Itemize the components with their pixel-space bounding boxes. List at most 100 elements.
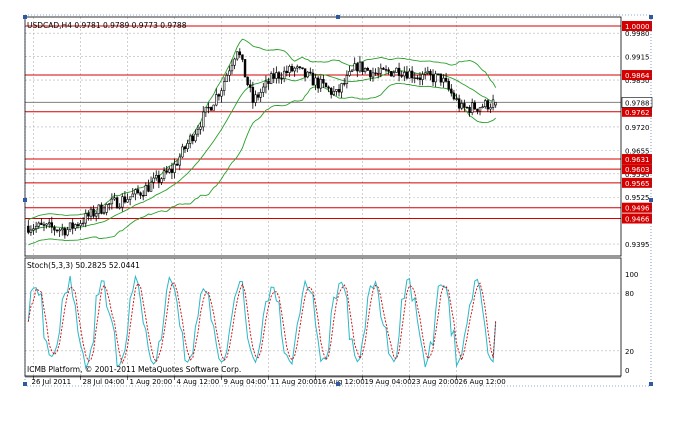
candle-body xyxy=(303,68,307,78)
candle-body xyxy=(408,70,411,79)
candle-body xyxy=(481,106,484,109)
candle-body xyxy=(426,70,430,74)
candle-71 xyxy=(212,104,215,111)
candle-body xyxy=(478,107,482,112)
candle-body xyxy=(296,66,299,69)
candle-body xyxy=(264,80,268,88)
candle-body xyxy=(100,204,103,214)
stoch-tick-label-100: 100 xyxy=(625,271,638,279)
price-tick-label-1: 0.9915 xyxy=(625,54,650,62)
time-tick-label-5: 11 Aug 20:00 xyxy=(271,378,318,386)
candle-body xyxy=(84,213,87,224)
candle-body xyxy=(340,83,343,93)
candle-body xyxy=(403,72,406,77)
candle-body xyxy=(288,66,291,73)
candle-body xyxy=(285,70,289,73)
candle-body xyxy=(42,224,46,226)
candle-body xyxy=(235,51,239,60)
candle-body xyxy=(131,193,134,198)
candle-body xyxy=(309,71,312,74)
candle-body xyxy=(463,103,466,108)
level-label-2: 0.9762 xyxy=(625,109,650,117)
candle-body xyxy=(157,174,161,183)
selection-handle-1[interactable] xyxy=(336,15,340,19)
candle-body xyxy=(79,223,82,227)
candle-body xyxy=(108,203,111,205)
candle-body xyxy=(324,82,328,88)
candle-body xyxy=(405,72,409,79)
candle-body xyxy=(298,66,302,68)
candle-body xyxy=(280,78,283,80)
copyright-text: ICMB Platform, © 2001-2011 MetaQuotes So… xyxy=(27,365,241,374)
price-tick-label-0: 0.9980 xyxy=(625,30,650,38)
candle-body xyxy=(343,83,346,85)
candle-body xyxy=(437,73,440,75)
chart-svg[interactable]: 0.99800.99150.98500.97200.96550.95900.95… xyxy=(0,0,676,418)
candle-body xyxy=(410,70,414,79)
candle-body xyxy=(356,63,359,72)
candle-body xyxy=(228,70,231,76)
candle-body xyxy=(207,106,210,109)
candle-body xyxy=(491,99,495,108)
candle-body xyxy=(366,67,369,71)
candle-body xyxy=(136,189,140,194)
candle-body xyxy=(376,72,380,75)
candle-body xyxy=(173,163,176,173)
candle-body xyxy=(191,135,195,142)
candle-body xyxy=(350,69,354,72)
stoch-tick-label-80: 80 xyxy=(625,290,634,298)
candle-body xyxy=(202,111,205,128)
candle-body xyxy=(413,77,416,79)
candle-body xyxy=(400,75,403,77)
candle-body xyxy=(105,204,108,213)
candle-body xyxy=(484,100,487,108)
candle-34 xyxy=(115,196,119,209)
candle-body xyxy=(379,67,383,74)
candle-body xyxy=(262,86,265,93)
candle-body xyxy=(306,71,309,78)
candle-body xyxy=(175,163,179,166)
candle-body xyxy=(222,81,226,91)
candle-body xyxy=(134,189,137,195)
level-label-7: 0.9466 xyxy=(625,216,650,224)
candle-body xyxy=(319,78,322,89)
mt4-chart-window[interactable]: 0.9980 0.9915 0.9850 0.9720 0.9655 0.9590 0.95… xyxy=(0,0,676,418)
candle-body xyxy=(316,77,320,89)
candle-body xyxy=(329,88,333,95)
candle-body xyxy=(418,77,422,80)
candle-body xyxy=(217,94,221,97)
candle-body xyxy=(450,88,453,94)
stoch-title: Stoch(5,3,3) 50.2825 52.0441 xyxy=(27,261,140,270)
candle-body xyxy=(251,87,255,103)
candle-body xyxy=(128,196,132,200)
candle-body xyxy=(282,70,286,80)
candle-body xyxy=(188,135,192,144)
time-tick-label-1: 28 Jul 04:00 xyxy=(83,378,125,386)
candle-body xyxy=(374,72,377,74)
candle-body xyxy=(118,206,121,209)
candle-body xyxy=(353,63,356,71)
candle-body xyxy=(47,222,51,225)
candle-body xyxy=(94,213,98,217)
candle-body xyxy=(269,73,273,84)
candle-body xyxy=(178,156,181,166)
candle-body xyxy=(327,86,330,89)
candle-body xyxy=(345,75,349,84)
candle-body xyxy=(272,73,275,79)
time-tick-label-3: 4 Aug 12:00 xyxy=(177,378,220,386)
selection-handle-6[interactable] xyxy=(336,382,340,386)
level-label-1: 0.9864 xyxy=(625,72,650,80)
candle-body xyxy=(465,106,469,109)
candle-body xyxy=(447,81,450,90)
candle-body xyxy=(209,107,213,111)
candle-body xyxy=(241,54,244,60)
candle-body xyxy=(301,67,304,69)
candle-body xyxy=(416,77,419,79)
current-price-label: 0.9788 xyxy=(625,99,650,107)
candle-body xyxy=(32,228,35,231)
candle-body xyxy=(395,67,398,73)
time-tick-label-8: 23 Aug 20:00 xyxy=(412,378,459,386)
level-label-3: 0.9631 xyxy=(625,156,650,164)
candle-body xyxy=(249,84,252,88)
candle-body xyxy=(290,66,294,72)
